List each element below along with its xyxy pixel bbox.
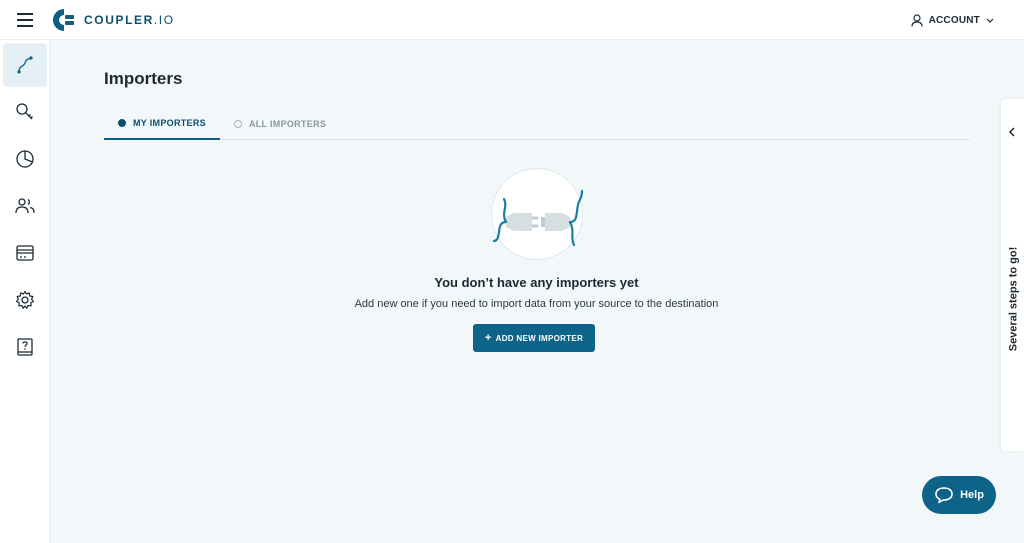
tab-my-importers[interactable]: MY IMPORTERS: [104, 108, 220, 140]
menu-toggle-button[interactable]: [0, 0, 50, 40]
plug-disconnected-icon: [492, 189, 584, 247]
account-label: ACCOUNT: [928, 14, 980, 26]
tab-my-importers-label: MY IMPORTERS: [133, 118, 206, 128]
flow-path-icon: [17, 56, 33, 74]
logo-suffix: .IO: [153, 12, 175, 27]
steps-label-wrapper: Several steps to go!: [1003, 199, 1023, 399]
sidebar-item-help-center[interactable]: [3, 325, 47, 369]
chevron-down-icon: [986, 18, 994, 23]
empty-state-illustration: [491, 168, 584, 260]
coupler-logo[interactable]: COUPLER.IO: [52, 8, 175, 32]
empty-state-title: You don’t have any importers yet: [434, 275, 639, 290]
chevron-left-icon: [1008, 127, 1015, 137]
tab-all-importers[interactable]: ALL IMPORTERS: [220, 108, 340, 140]
top-bar: COUPLER.IO ACCOUNT: [0, 0, 1024, 40]
chat-bubble-icon: [935, 487, 953, 504]
radio-dot-icon: [233, 120, 242, 128]
pie-chart-icon: [16, 150, 34, 168]
add-new-importer-label: ADD NEW IMPORTER: [495, 333, 584, 343]
page-title: Importers: [104, 69, 183, 88]
help-book-icon: [17, 338, 33, 356]
sidebar-item-settings[interactable]: [3, 278, 47, 322]
hamburger-icon: [17, 12, 33, 27]
onboarding-steps-panel[interactable]: Several steps to go!: [1001, 99, 1024, 451]
steps-label: Several steps to go!: [1007, 246, 1020, 352]
tab-all-importers-label: ALL IMPORTERS: [248, 119, 327, 129]
account-menu[interactable]: ACCOUNT: [910, 0, 1000, 40]
coupler-logo-icon: [53, 8, 74, 31]
sidebar-item-importers[interactable]: [3, 43, 47, 87]
add-new-importer-button[interactable]: + ADD NEW IMPORTER: [473, 324, 595, 352]
main-content: Importers MY IMPORTERS ALL IMPORTERS You…: [51, 40, 1000, 543]
gear-icon: [15, 290, 35, 309]
help-button[interactable]: Help: [922, 476, 996, 514]
logo-brand: COUPLER: [84, 12, 154, 27]
importer-tabs: MY IMPORTERS ALL IMPORTERS: [104, 108, 970, 140]
sidebar-item-search[interactable]: [3, 90, 47, 134]
plus-icon: +: [484, 332, 492, 344]
key-search-icon: [16, 103, 33, 120]
user-icon: [910, 13, 923, 27]
sidebar: [0, 40, 50, 543]
sidebar-item-reports[interactable]: [3, 137, 47, 181]
help-label: Help: [960, 489, 984, 501]
card-icon: [16, 245, 34, 261]
radio-dot-icon: [118, 119, 126, 127]
users-icon: [15, 198, 35, 214]
sidebar-item-team[interactable]: [3, 184, 47, 228]
empty-state-subtitle: Add new one if you need to import data f…: [354, 298, 719, 310]
sidebar-item-billing[interactable]: [3, 231, 47, 275]
logo-text: COUPLER.IO: [84, 13, 175, 27]
